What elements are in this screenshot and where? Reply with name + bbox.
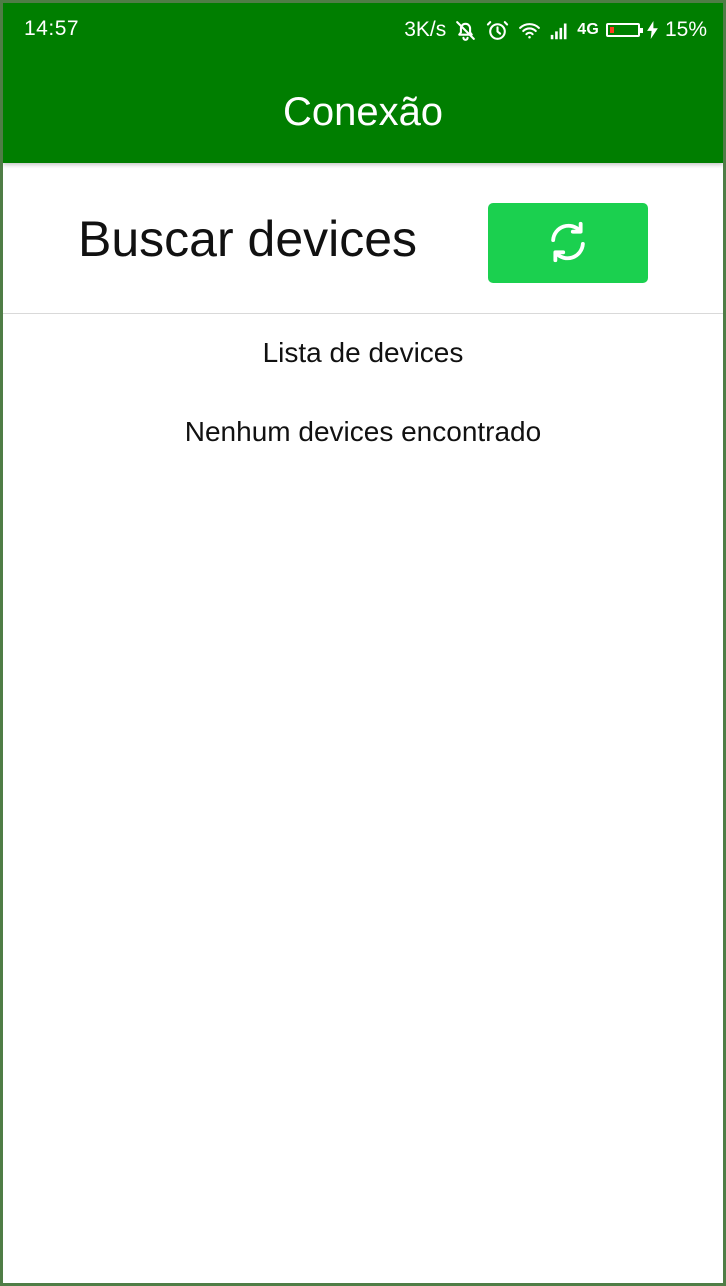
bell-off-icon (453, 18, 478, 43)
battery-percent: 15% (664, 18, 707, 41)
refresh-devices-button[interactable] (488, 203, 648, 283)
refresh-icon (545, 219, 591, 268)
phone-screen: 14:57 3K/s 4G 15% Conexão Buscar devices… (0, 0, 726, 1286)
empty-device-list-message: Nenhum devices encontrado (184, 416, 542, 447)
network-speed: 3K/s (404, 18, 447, 41)
search-devices-row: Buscar devices (3, 163, 723, 314)
app-bar: 14:57 3K/s 4G 15% Conexão (3, 3, 723, 163)
status-time: 14:57 (24, 17, 80, 40)
status-icons: 3K/s 4G 15% (404, 15, 707, 45)
battery-icon (605, 23, 643, 37)
page-title: Conexão (282, 90, 444, 134)
device-list-title: Lista de devices (262, 337, 464, 368)
status-bar: 14:57 3K/s 4G 15% (3, 3, 723, 57)
network-type: 4G (577, 21, 599, 38)
signal-icon (549, 20, 570, 41)
charging-icon (647, 21, 658, 39)
search-devices-label: Buscar devices (78, 211, 418, 267)
battery-level (609, 27, 614, 33)
alarm-icon (485, 18, 510, 43)
wifi-icon (517, 18, 542, 43)
